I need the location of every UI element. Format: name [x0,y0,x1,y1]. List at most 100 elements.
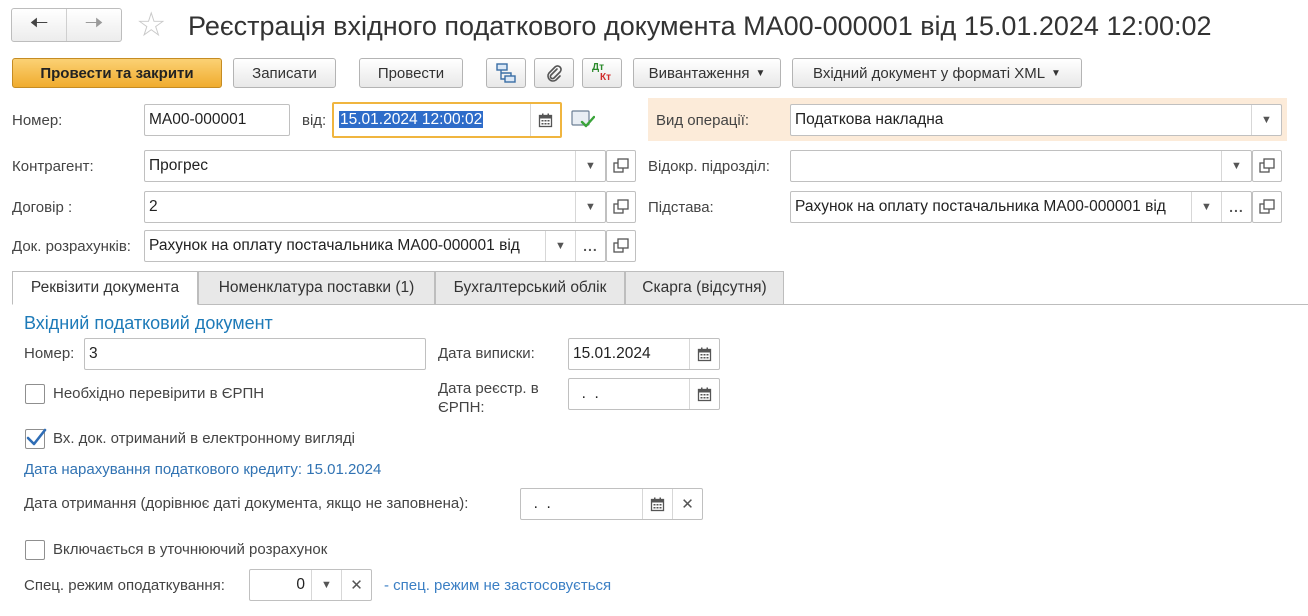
operation-type-select[interactable]: Податкова накладна ▼ [790,104,1282,136]
open-form-icon [613,199,629,214]
select-ellipsis-button[interactable]: ... [1221,192,1251,222]
calendar-icon[interactable] [689,339,719,369]
open-branch-button[interactable] [1252,150,1282,182]
contract-value: 2 [149,198,158,215]
tax-mode-note: - спец. режим не застосовується [384,577,612,594]
electronic-label: Вх. док. отриманий в електронному вигляд… [53,430,355,447]
open-form-icon [613,158,629,173]
check-erpn-label: Необхідно перевірити в ЄРПН [53,385,265,402]
clear-icon[interactable]: ✕ [672,489,702,519]
issue-date-label: Дата виписки: [438,345,535,362]
open-form-icon [1259,199,1275,214]
dropdown-arrow-icon[interactable]: ▼ [575,192,605,222]
dropdown-arrow-icon: ▼ [755,67,766,79]
number-label: Номер: [12,112,63,129]
erpn-reg-date-field[interactable]: . . [568,378,720,410]
paperclip-icon [547,65,562,82]
open-counterparty-button[interactable] [606,150,636,182]
dropdown-arrow-icon[interactable]: ▼ [1251,105,1281,135]
upload-label: Вивантаження [648,64,750,82]
number-field[interactable]: МА00-000001 [144,104,290,136]
navigation-buttons: 🠠 🠢 [11,8,122,42]
check-erpn-checkbox[interactable] [25,384,45,404]
basis-field[interactable]: Рахунок на оплату постачальника МА00-000… [790,191,1252,223]
dropdown-arrow-icon: ▼ [1051,67,1061,79]
counterparty-field[interactable]: Прогрес ▼ [144,150,606,182]
operation-type-label: Вид операції: [656,112,750,129]
tax-mode-field[interactable]: 0 ▼ ✕ [249,569,372,601]
save-button[interactable]: Записати [233,58,336,88]
date-field[interactable]: 15.01.2024 12:00:02 [332,102,562,138]
open-basis-button[interactable] [1252,191,1282,223]
tax-doc-number-label: Номер: [24,345,75,362]
branch-field[interactable]: ▼ [790,150,1252,182]
settlement-doc-field[interactable]: Рахунок на оплату постачальника МА00-000… [144,230,606,262]
dropdown-arrow-icon[interactable]: ▼ [1221,151,1251,181]
tab-accounting[interactable]: Бухгалтерський облік [435,271,625,305]
calendar-icon[interactable] [642,489,672,519]
counterparty-label: Контрагент: [12,158,94,175]
branch-label: Відокр. підрозділ: [648,158,770,175]
arrow-right-icon: 🠢 [84,10,104,35]
select-ellipsis-button[interactable]: ... [575,231,605,261]
back-button[interactable]: 🠠 [12,9,66,41]
clear-icon[interactable]: ✕ [341,570,371,600]
post-and-close-button[interactable]: Провести та закрити [12,58,222,88]
open-form-icon [1259,158,1275,173]
window-title: Реєстрація вхідного податкового документ… [188,11,1212,41]
dt-kt-icon: Дт Кт [592,62,612,83]
structure-button[interactable] [486,58,526,88]
xml-label: Вхідний документ у форматі XML [813,64,1046,82]
dropdown-arrow-icon[interactable]: ▼ [575,151,605,181]
attach-button[interactable] [534,58,574,88]
open-settlement-doc-button[interactable] [606,230,636,262]
contract-field[interactable]: 2 ▼ [144,191,606,223]
basis-value: Рахунок на оплату постачальника МА00-000… [795,198,1166,215]
dt-kt-button[interactable]: Дт Кт [582,58,622,88]
clarifying-calc-checkbox[interactable] [25,540,45,560]
settlement-doc-label: Док. розрахунків: [12,238,131,255]
open-contract-button[interactable] [606,191,636,223]
erpn-reg-date-label-line2: ЄРПН: [438,399,485,416]
document-structure-icon [496,63,516,83]
erpn-reg-date-label-line1: Дата реєстр. в [438,380,539,397]
upload-menu-button[interactable]: Вивантаження ▼ [633,58,781,88]
tax-mode-value: 0 [296,576,305,593]
tab-complaint[interactable]: Скарга (відсутня) [625,271,784,305]
post-button[interactable]: Провести [359,58,463,88]
tab-supply-items[interactable]: Номенклатура поставки (1) [198,271,435,305]
arrow-left-icon: 🠠 [29,10,49,35]
xml-menu-button[interactable]: Вхідний документ у форматі XML ▼ [792,58,1082,88]
section-title: Вхідний податковий документ [24,313,273,333]
number-value: МА00-000001 [149,111,247,128]
dropdown-arrow-icon[interactable]: ▼ [1191,192,1221,222]
settlement-doc-value: Рахунок на оплату постачальника МА00-000… [149,237,520,254]
issue-date-field[interactable]: 15.01.2024 [568,338,720,370]
counterparty-value: Прогрес [149,157,209,174]
clarifying-calc-label: Включається в уточнюючий розрахунок [53,541,328,558]
electronic-checkbox[interactable] [25,428,47,449]
tax-credit-date-text: Дата нарахування податкового кредиту: 15… [24,461,382,478]
dropdown-arrow-icon[interactable]: ▼ [545,231,575,261]
received-date-field[interactable]: . . ✕ [520,488,703,520]
erpn-reg-date-value: . . [573,385,599,402]
operation-type-value: Податкова накладна [795,111,944,128]
calendar-icon[interactable] [689,379,719,409]
document-check-icon[interactable] [571,108,596,134]
calendar-icon[interactable] [530,104,560,136]
tax-doc-number-field[interactable]: 3 [84,338,426,370]
favorite-star-icon[interactable]: ☆ [136,8,166,42]
checkmark-icon [26,428,47,446]
contract-label: Договір : [12,199,73,216]
dropdown-arrow-icon[interactable]: ▼ [311,570,341,600]
tax-doc-number-value: 3 [89,345,98,362]
received-date-label: Дата отримання (дорівнює даті документа,… [24,495,469,512]
date-from-label: від: [302,112,327,129]
open-form-icon [613,238,629,253]
forward-button[interactable]: 🠢 [66,9,121,41]
date-value: 15.01.2024 12:00:02 [339,111,484,128]
basis-label: Підстава: [648,199,714,216]
received-date-value: . . [525,495,551,512]
tab-document-details[interactable]: Реквізити документа [12,271,198,305]
issue-date-value: 15.01.2024 [573,345,651,362]
